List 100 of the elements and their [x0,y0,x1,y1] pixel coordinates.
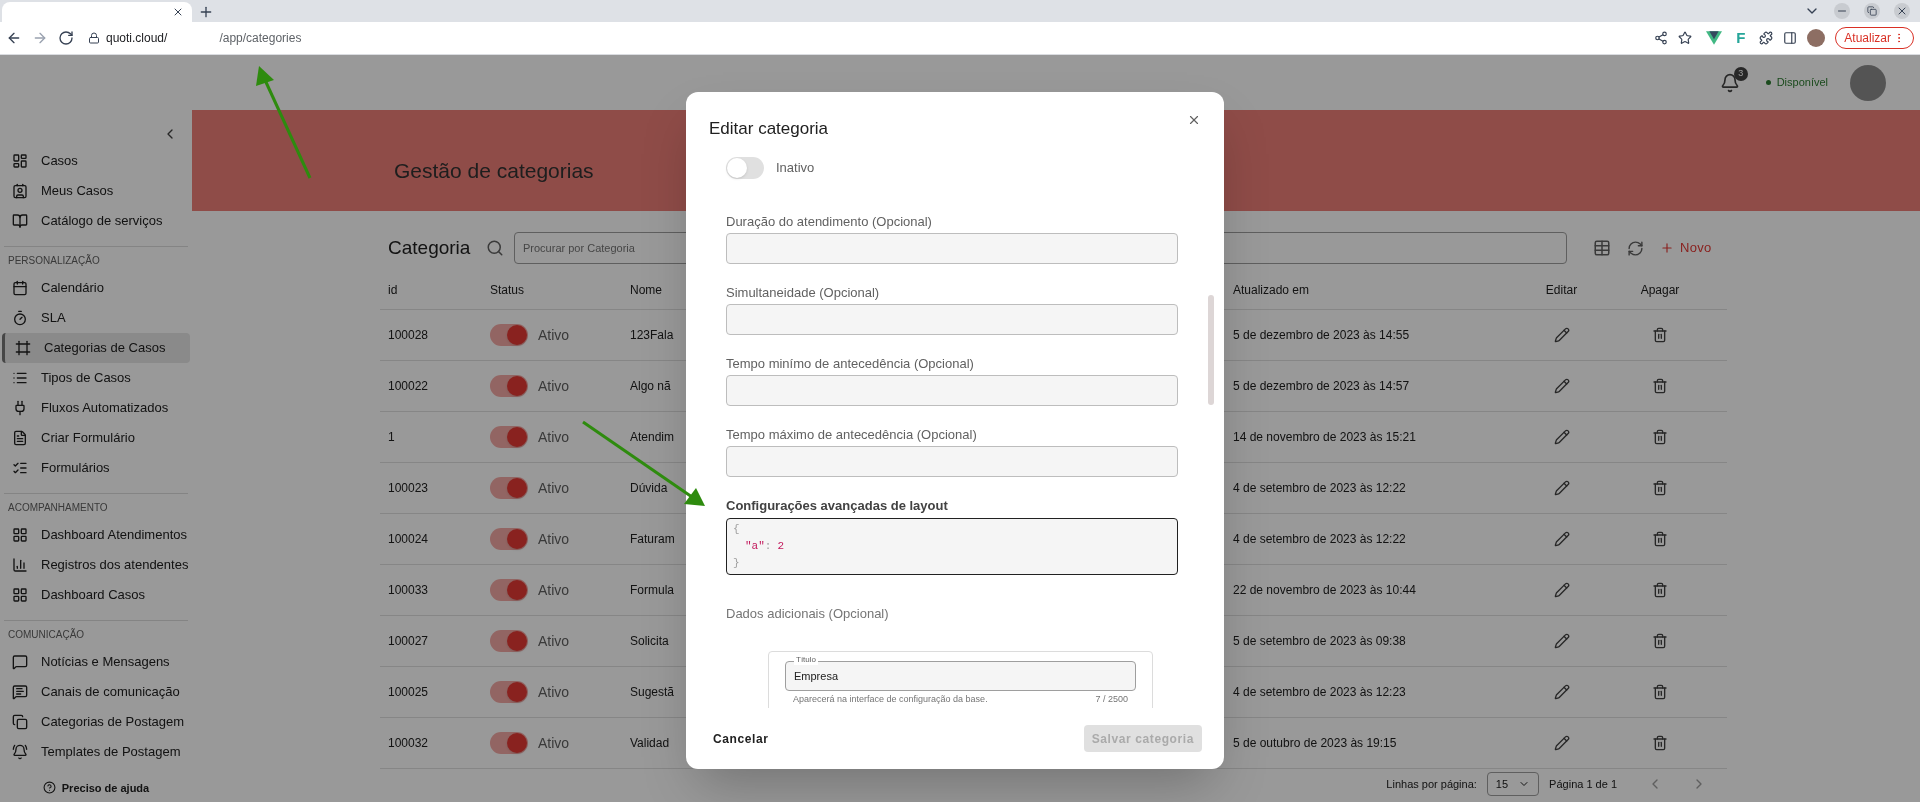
helper-text: Aparecerá na interface de configuração da base. [793,693,988,706]
sidebar-item[interactable]: Fluxos Automatizados [2,393,190,423]
help-link[interactable]: Preciso de ajuda [61,779,150,796]
restore-button[interactable] [1864,3,1880,19]
sidebar-item[interactable]: Casos [2,146,190,176]
character-counter: 7 / 2500 [1095,693,1128,706]
profile-avatar[interactable] [1807,29,1826,47]
extension-v-logo-icon[interactable] [1706,31,1723,45]
column-header: Apagar [1640,281,1680,299]
trash-icon[interactable] [1652,327,1668,343]
toggle-switch[interactable] [490,324,528,346]
toggle-switch[interactable] [726,157,764,179]
id-cell-text: 100024 [388,531,429,548]
notification-badge: 3 [1733,66,1748,81]
new-tab-icon[interactable] [198,4,214,20]
toggle-switch[interactable] [490,477,528,499]
trash-icon[interactable] [1652,378,1668,394]
sidebar-item[interactable]: Dashboard Casos [2,580,190,610]
toggle-switch[interactable] [490,426,528,448]
sidebar-item[interactable]: Categorias de Postagem [2,707,190,737]
name-cell-text: Sugestã [630,684,675,701]
trash-icon[interactable] [1652,480,1668,496]
name-cell-text: Algo nã [630,378,671,395]
sidebar-item[interactable]: Formulários [2,453,190,483]
table-view-icon[interactable] [1593,239,1611,257]
sidebar-item[interactable]: Tipos de Casos [2,363,190,393]
toggle-switch[interactable] [490,681,528,703]
name-cell-text: Dúvida [630,480,668,497]
sidebar-item[interactable]: Meus Casos [2,176,190,206]
trash-icon[interactable] [1652,531,1668,547]
sidebar-item[interactable]: Categorias de Casos [2,333,190,363]
trash-icon[interactable] [1652,735,1668,751]
close-window-button[interactable] [1894,3,1910,19]
toggle-switch[interactable] [490,732,528,754]
scrollbar[interactable] [1208,295,1214,405]
field-label: Dados adicionais (Opcional) [726,605,890,624]
star-icon[interactable] [1678,31,1693,45]
toggle-switch[interactable] [490,630,528,652]
message-icon [12,684,28,700]
code-editor[interactable]: { "a": 2 } [726,518,1178,575]
sidebar-item[interactable]: Catálogo de serviços [2,206,190,236]
updated-cell-text: 5 de setembro de 2023 às 09:38 [1233,633,1406,650]
id-cell-text: 1 [388,429,395,446]
sidebar-item[interactable]: Notícias e Mensagens [2,647,190,677]
sidebar-item[interactable]: SLA [2,303,190,333]
edit-icon[interactable] [1553,735,1570,751]
input-field[interactable] [726,233,1178,264]
sidebar-item[interactable]: Calendário [2,273,190,303]
availability-status[interactable]: Disponível [1776,74,1828,91]
trash-icon[interactable] [1652,684,1668,700]
sidebar-item[interactable]: Criar Formulário [2,423,190,453]
edit-icon[interactable] [1553,633,1570,649]
name-cell-text: 123Fala [630,327,674,344]
cancel-button[interactable]: Cancelar [709,724,773,753]
input-field[interactable] [726,446,1178,477]
reload-icon[interactable] [58,30,74,46]
search-icon[interactable] [486,239,504,257]
trash-icon[interactable] [1652,429,1668,445]
status-label: Ativo [538,682,570,702]
edit-icon[interactable] [1553,429,1570,445]
back-icon[interactable] [6,30,22,46]
status-label: Ativo [538,478,570,498]
share-icon[interactable] [1654,31,1669,45]
sidebar-item[interactable]: Dashboard Atendimentos [2,520,190,550]
id-cell-text: 100033 [388,582,429,599]
updated-cell-text: 4 de setembro de 2023 às 12:23 [1233,684,1406,701]
trash-icon[interactable] [1652,633,1668,649]
close-icon[interactable] [1187,113,1201,127]
trash-icon[interactable] [1652,582,1668,598]
edit-icon[interactable] [1553,480,1570,496]
puzzle-icon[interactable] [1759,31,1774,45]
user-avatar[interactable] [1850,64,1886,101]
url-host[interactable]: quoti.cloud/ [106,29,168,47]
updated-cell-text: 22 de novembro de 2023 às 10:44 [1233,582,1416,599]
input-field[interactable] [726,304,1178,335]
edit-icon[interactable] [1553,531,1570,547]
sidebar-item[interactable]: Canais de comunicação [2,677,190,707]
rows-per-page-select[interactable]: 15 [1486,772,1540,796]
edit-icon[interactable] [1553,684,1570,700]
toggle-switch[interactable] [490,375,528,397]
sidebar-item[interactable]: Registros dos atendentes [2,550,190,580]
side-panel-icon[interactable] [1783,31,1798,45]
toggle-switch[interactable] [490,579,528,601]
close-icon[interactable] [172,6,184,18]
name-cell-text: Validad [630,735,670,752]
edit-icon[interactable] [1553,582,1570,598]
bell-icon[interactable] [1719,72,1740,93]
close-icon [1896,5,1908,17]
code-line: "a": 2 [744,539,786,554]
toggle-switch[interactable] [490,528,528,550]
refresh-icon[interactable] [1627,239,1644,257]
input-field[interactable] [726,375,1178,406]
url-path[interactable]: /app/categories [219,29,302,47]
help-icon[interactable] [42,781,56,795]
minimize-button[interactable] [1834,3,1850,19]
edit-icon[interactable] [1553,327,1570,343]
edit-icon[interactable] [1553,378,1570,394]
sidebar-item[interactable]: Templates de Postagem [2,737,190,767]
field-label: Tempo minímo de antecedência (Opcional) [726,355,975,374]
status-label: Ativo [538,376,570,396]
